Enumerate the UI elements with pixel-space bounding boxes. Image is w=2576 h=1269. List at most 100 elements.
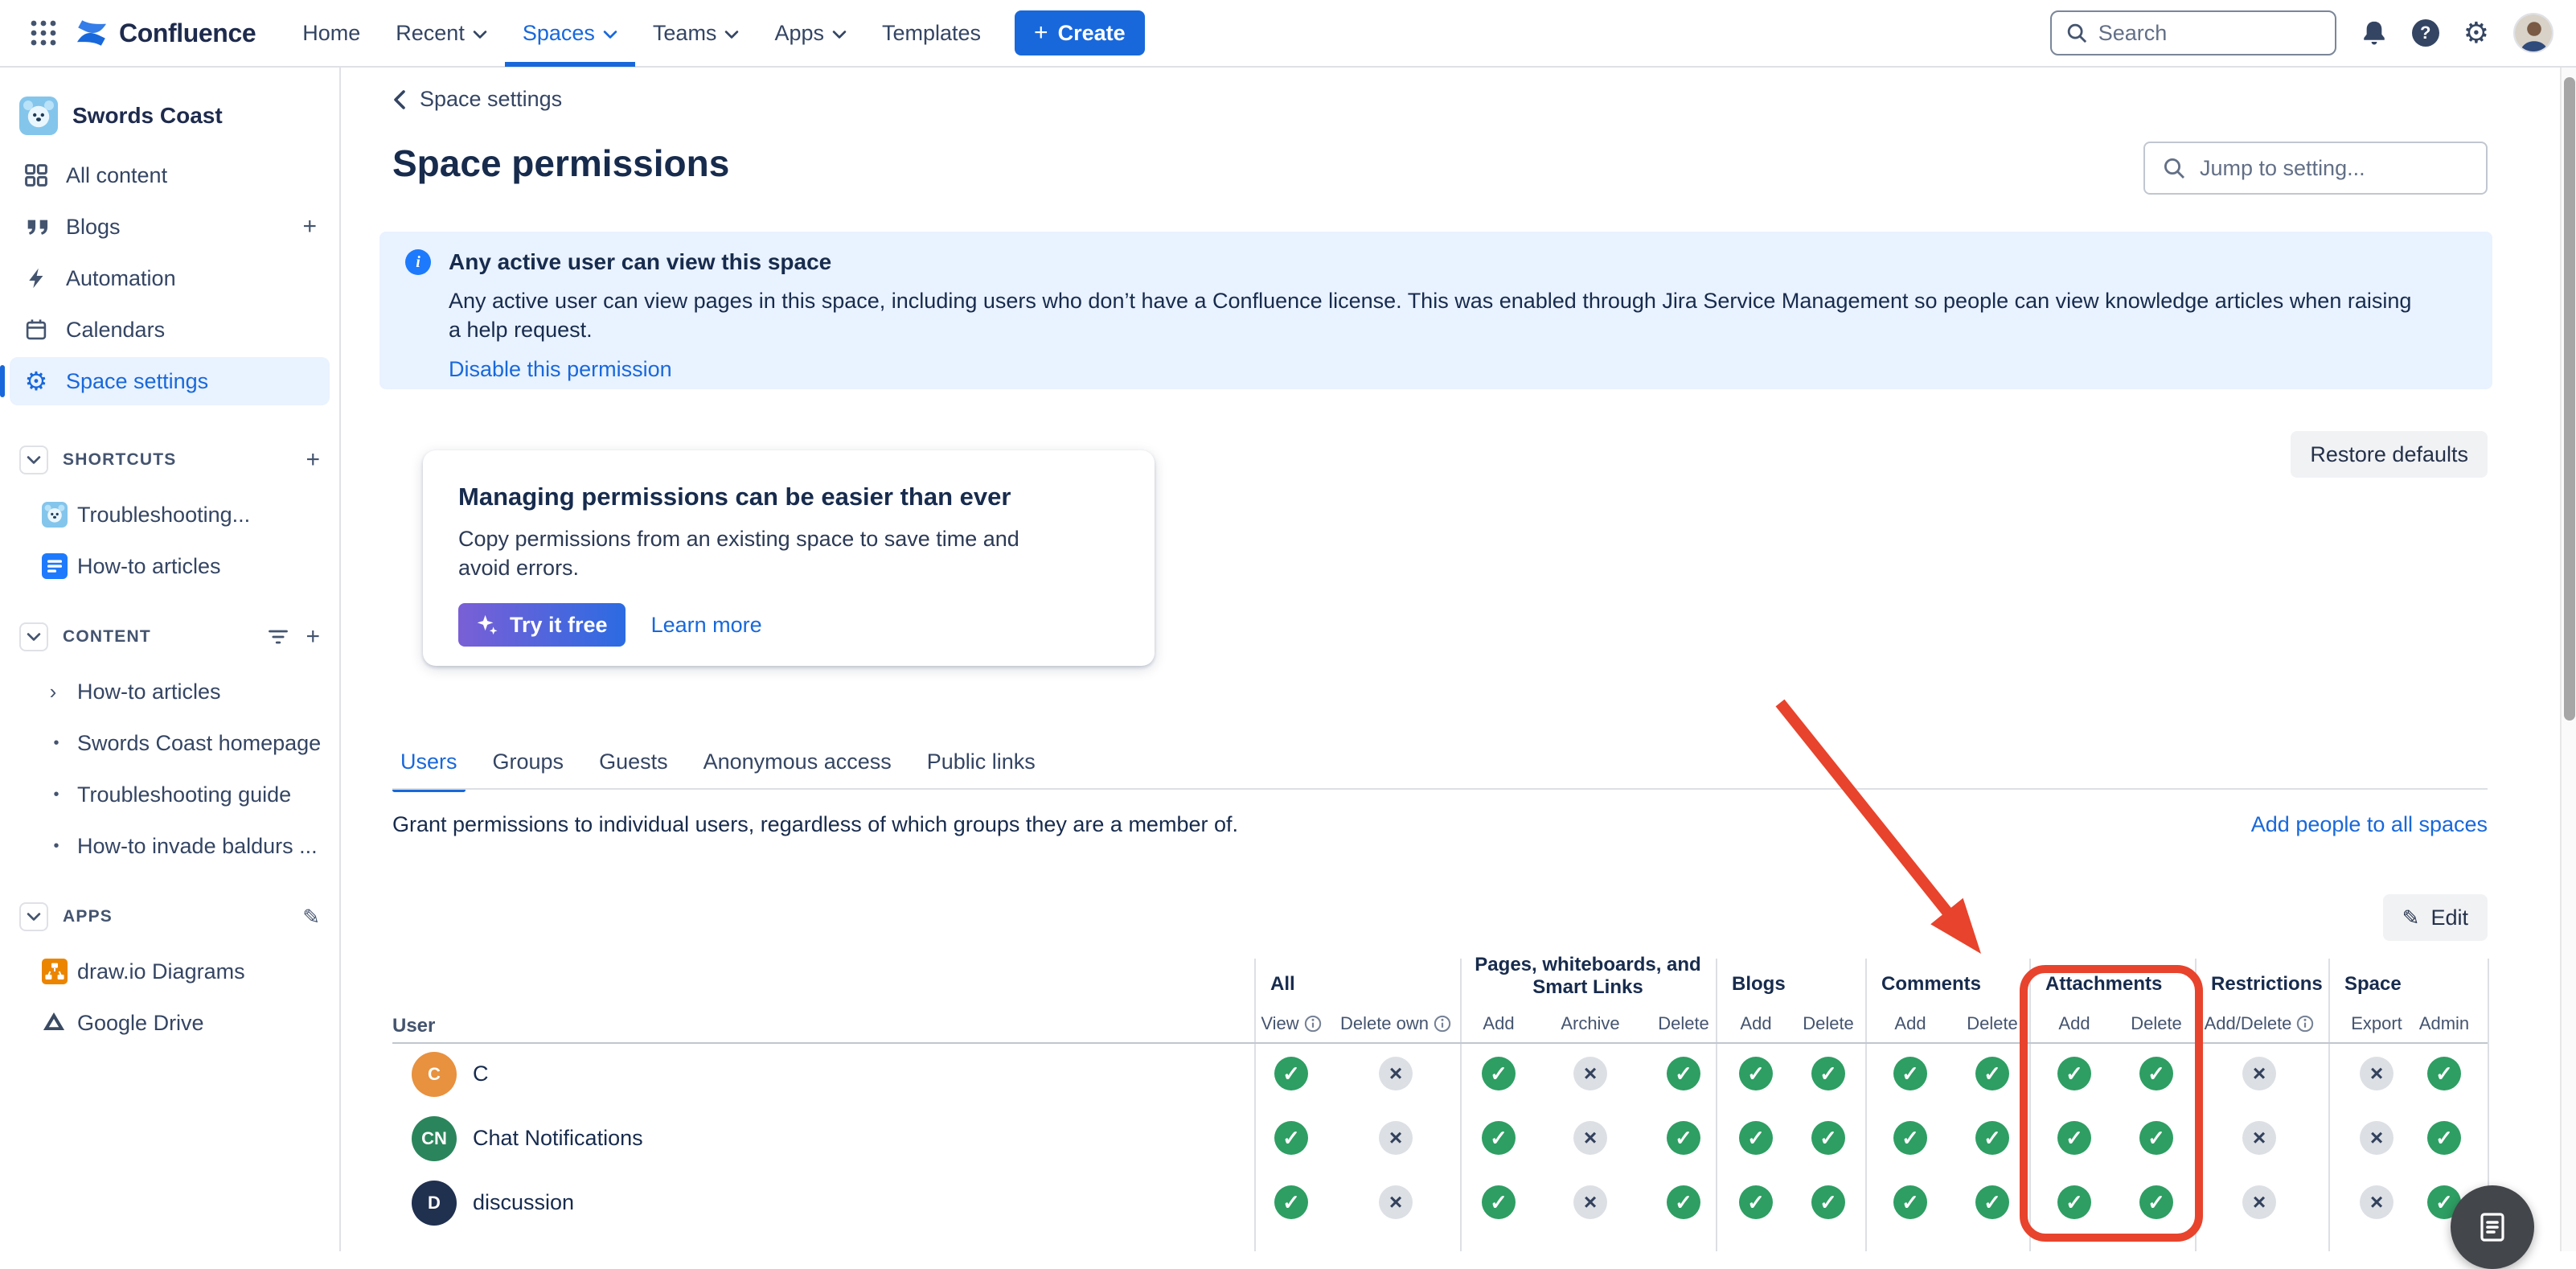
sidebar-item-automation[interactable]: Automation bbox=[10, 254, 330, 302]
permission-granted-icon: ✓ bbox=[2057, 1185, 2091, 1219]
permission-granted-icon: ✓ bbox=[1482, 1121, 1516, 1155]
filter-icon[interactable] bbox=[267, 626, 289, 647]
user-name: discussion bbox=[473, 1190, 574, 1215]
user-name: C bbox=[473, 1062, 489, 1086]
nav-item-apps[interactable]: Apps bbox=[757, 0, 864, 67]
sidebar-item-label: Blogs bbox=[66, 215, 121, 240]
permission-granted-icon: ✓ bbox=[1739, 1057, 1773, 1090]
active-indicator bbox=[0, 365, 5, 397]
settings-gear-icon[interactable]: ⚙ bbox=[2463, 18, 2489, 47]
permission-denied-icon: × bbox=[1573, 1121, 1607, 1155]
add-icon[interactable]: + bbox=[306, 625, 320, 649]
confluence-logo[interactable]: Confluence bbox=[74, 15, 256, 51]
permission-granted-icon: ✓ bbox=[2427, 1121, 2461, 1155]
collapse-chevron-icon[interactable] bbox=[19, 902, 48, 931]
column-separator bbox=[2029, 959, 2031, 1251]
permission-granted-icon: ✓ bbox=[1811, 1121, 1845, 1155]
sidebar-item-label: Troubleshooting guide bbox=[77, 782, 291, 807]
section-title: APPS bbox=[63, 907, 113, 926]
bullet-icon: • bbox=[45, 786, 68, 804]
nav-item-teams[interactable]: Teams bbox=[635, 0, 757, 67]
koala-space-icon bbox=[42, 502, 68, 528]
permission-granted-icon: ✓ bbox=[2139, 1057, 2173, 1090]
notifications-bell-icon[interactable] bbox=[2361, 19, 2388, 47]
collapse-chevron-icon[interactable] bbox=[19, 622, 48, 651]
global-search[interactable] bbox=[2050, 10, 2336, 55]
user-avatar[interactable] bbox=[2513, 13, 2553, 53]
collapse-chevron-icon[interactable] bbox=[19, 446, 48, 474]
sidebar-item-blogs[interactable]: Blogs + bbox=[10, 203, 330, 251]
space-header[interactable]: Swords Coast bbox=[0, 93, 339, 138]
sidebar-item-how-to-articles[interactable]: How-to articles bbox=[10, 544, 330, 589]
chevron-down-icon bbox=[603, 30, 617, 39]
create-button[interactable]: + Create bbox=[1015, 10, 1145, 55]
permission-denied-icon: × bbox=[1379, 1185, 1413, 1219]
permission-granted-icon: ✓ bbox=[1739, 1185, 1773, 1219]
sidebar-item-label: How-to invade baldurs ... bbox=[77, 834, 318, 859]
vertical-scrollbar bbox=[2560, 68, 2576, 1251]
nav-right-cluster: ? ⚙ bbox=[2050, 10, 2553, 55]
sidebar-item-swords-coast-homepage[interactable]: •Swords Coast homepage bbox=[10, 721, 330, 766]
avatar: C bbox=[412, 1052, 457, 1097]
column-separator bbox=[1460, 959, 1462, 1251]
sidebar-item-how-to-invade-baldurs[interactable]: •How-to invade baldurs ... bbox=[10, 823, 330, 869]
sidebar-item-label: Google Drive bbox=[77, 1011, 204, 1036]
permission-granted-icon: ✓ bbox=[1274, 1185, 1308, 1219]
sidebar-item-all-content[interactable]: All content bbox=[10, 151, 330, 199]
permission-granted-icon: ✓ bbox=[2427, 1057, 2461, 1090]
sidebar-item-calendars[interactable]: Calendars bbox=[10, 306, 330, 354]
column-group-restrictions: Restrictions bbox=[2195, 973, 2328, 996]
app-switcher-icon[interactable] bbox=[23, 12, 64, 54]
column-group-space: Space bbox=[2328, 973, 2488, 996]
add-icon[interactable]: + bbox=[306, 448, 320, 472]
edit-pencil-icon[interactable]: ✎ bbox=[302, 905, 320, 930]
permission-denied-icon: × bbox=[2242, 1057, 2276, 1090]
section-header-shortcuts[interactable]: SHORTCUTS+ bbox=[0, 444, 339, 476]
chevron-right-icon[interactable]: › bbox=[42, 680, 64, 704]
scrollbar-thumb[interactable] bbox=[2564, 77, 2575, 721]
help-icon[interactable]: ? bbox=[2412, 19, 2439, 47]
add-icon[interactable]: + bbox=[302, 213, 317, 240]
sidebar-item-google-drive[interactable]: Google Drive bbox=[10, 1000, 330, 1045]
nav-item-recent[interactable]: Recent bbox=[378, 0, 505, 67]
document-icon bbox=[42, 553, 68, 579]
sidebar-item-troubleshooting-guide[interactable]: • Troubleshooting guide bbox=[10, 772, 330, 817]
nav-item-spaces[interactable]: Spaces bbox=[505, 0, 635, 67]
nav-item-templates[interactable]: Templates bbox=[864, 0, 999, 67]
chevron-down-icon bbox=[724, 30, 739, 39]
google-drive-icon bbox=[42, 1010, 66, 1033]
permission-granted-icon: ✓ bbox=[2057, 1121, 2091, 1155]
primary-nav-items: HomeRecentSpacesTeamsAppsTemplates bbox=[285, 0, 999, 67]
permission-granted-icon: ✓ bbox=[1274, 1121, 1308, 1155]
permission-granted-icon: ✓ bbox=[1893, 1057, 1927, 1090]
section-header-apps[interactable]: APPS ✎ bbox=[0, 901, 339, 933]
permission-denied-icon: × bbox=[2242, 1185, 2276, 1219]
sidebar-item-how-to-articles[interactable]: ›How-to articles bbox=[10, 669, 330, 714]
avatar: CN bbox=[412, 1116, 457, 1161]
permission-granted-icon: ✓ bbox=[1667, 1185, 1700, 1219]
calendar-icon bbox=[24, 318, 48, 342]
sidebar-item-draw-io-diagrams[interactable]: draw.io Diagrams bbox=[10, 949, 330, 994]
column-separator bbox=[1865, 959, 1867, 1251]
permission-granted-icon: ✓ bbox=[1667, 1121, 1700, 1155]
sidebar-item-space-settings[interactable]: ⚙Space settings bbox=[10, 357, 330, 405]
section-items-shortcuts: Troubleshooting... How-to articles bbox=[0, 492, 339, 589]
nav-item-home[interactable]: Home bbox=[285, 0, 378, 67]
permission-denied-icon: × bbox=[1573, 1185, 1607, 1219]
table-header-divider bbox=[392, 1042, 2488, 1044]
sidebar-item-label: Calendars bbox=[66, 318, 165, 343]
avatar: D bbox=[412, 1181, 457, 1226]
floating-widget-button[interactable] bbox=[2451, 1185, 2534, 1269]
section-header-content[interactable]: CONTENT+ bbox=[0, 621, 339, 653]
permission-denied-icon: × bbox=[1379, 1121, 1413, 1155]
sidebar-item-label: All content bbox=[66, 163, 167, 188]
permission-denied-icon: × bbox=[2360, 1185, 2393, 1219]
main-content: Space settings Space permissions i Any a… bbox=[341, 68, 2576, 1251]
sidebar-sections: SHORTCUTS+ Troubleshooting... How-to artic… bbox=[0, 444, 339, 1045]
sidebar-item-troubleshooting[interactable]: Troubleshooting... bbox=[10, 492, 330, 537]
search-input[interactable] bbox=[2098, 21, 2320, 46]
permission-granted-icon: ✓ bbox=[1975, 1121, 2009, 1155]
confluence-space-permissions-page: { "nav": { "brand": "Confluence", "items… bbox=[0, 0, 2576, 1251]
column-group-blogs: Blogs bbox=[1716, 973, 1865, 996]
lightning-icon bbox=[25, 266, 47, 290]
